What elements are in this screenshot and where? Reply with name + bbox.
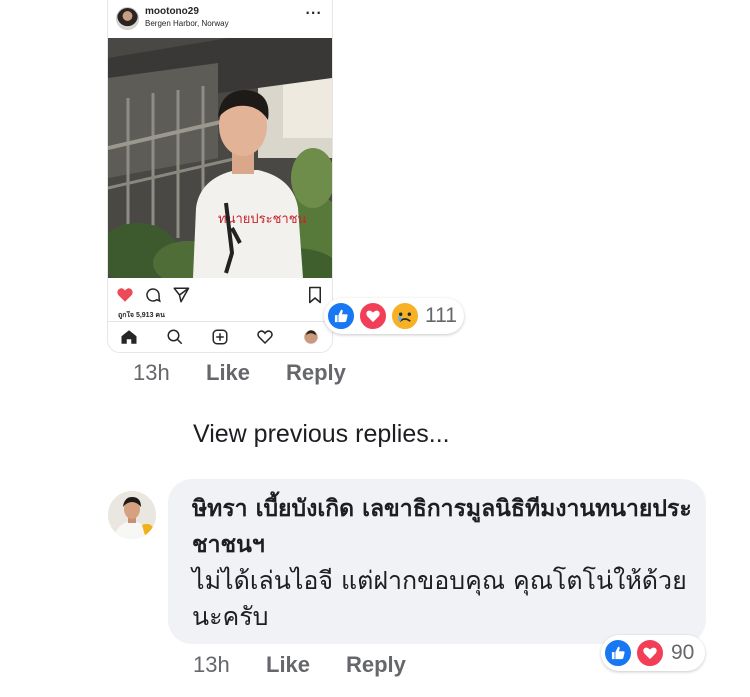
ig-shirt-print: ทนายประชาชน bbox=[218, 212, 307, 227]
love-reaction-icon bbox=[635, 638, 665, 668]
comment-timestamp: 13h bbox=[133, 360, 170, 385]
sad-reaction-icon bbox=[390, 301, 420, 331]
top-comment-reactions[interactable]: 111 bbox=[324, 298, 464, 334]
reply-meta: 13h Like Reply bbox=[193, 652, 433, 680]
like-reaction-icon bbox=[326, 301, 356, 331]
ig-avatar bbox=[116, 7, 139, 30]
reply-comment-bubble[interactable]: ษิทรา เบี้ยบังเกิด เลขาธิการมูลนิธิทีมงา… bbox=[168, 479, 706, 644]
add-post-icon[interactable] bbox=[211, 328, 229, 346]
ig-post-header: mootono29 Bergen Harbor, Norway ··· bbox=[108, 0, 332, 38]
ig-tab-bar bbox=[108, 321, 332, 352]
shared-instagram-screenshot[interactable]: mootono29 Bergen Harbor, Norway ··· ทนาย… bbox=[108, 0, 332, 352]
reply-text: ไม่ได้เล่นไอจี แต่ฝากขอบคุณ คุณโตโน่ให้ด… bbox=[192, 566, 687, 631]
top-comment-meta: 13h Like Reply bbox=[133, 360, 373, 388]
ig-post-photo: ทนายประชาชน bbox=[108, 38, 332, 278]
love-reaction-icon bbox=[358, 301, 388, 331]
share-icon[interactable] bbox=[172, 286, 190, 304]
comment-icon[interactable] bbox=[144, 286, 162, 304]
ig-likes-count: ถูกใจ 5,913 คน bbox=[118, 312, 165, 319]
activity-heart-icon[interactable] bbox=[256, 328, 274, 346]
ig-location: Bergen Harbor, Norway bbox=[145, 19, 229, 28]
like-button[interactable]: Like bbox=[206, 360, 250, 386]
home-icon[interactable] bbox=[120, 328, 138, 346]
like-button[interactable]: Like bbox=[266, 652, 310, 678]
profile-avatar-icon[interactable] bbox=[302, 328, 320, 346]
reaction-count: 111 bbox=[425, 304, 457, 327]
reaction-count: 90 bbox=[671, 641, 695, 664]
reply-button[interactable]: Reply bbox=[346, 652, 406, 678]
comment-timestamp: 13h bbox=[193, 652, 230, 677]
bookmark-icon[interactable] bbox=[306, 286, 324, 304]
more-dots-icon: ··· bbox=[305, 6, 322, 20]
heart-filled-icon[interactable] bbox=[116, 286, 134, 304]
like-reaction-icon bbox=[603, 638, 633, 668]
reply-author-name[interactable]: ษิทรา เบี้ยบังเกิด เลขาธิการมูลนิธิทีมงา… bbox=[192, 491, 692, 563]
view-previous-replies-link[interactable]: View previous replies... bbox=[193, 420, 450, 449]
search-icon[interactable] bbox=[166, 328, 184, 346]
reply-reactions[interactable]: 90 bbox=[601, 635, 705, 671]
reply-button[interactable]: Reply bbox=[286, 360, 346, 386]
avatar[interactable] bbox=[108, 491, 156, 539]
ig-username: mootono29 bbox=[145, 6, 199, 17]
ig-action-bar bbox=[108, 283, 332, 307]
